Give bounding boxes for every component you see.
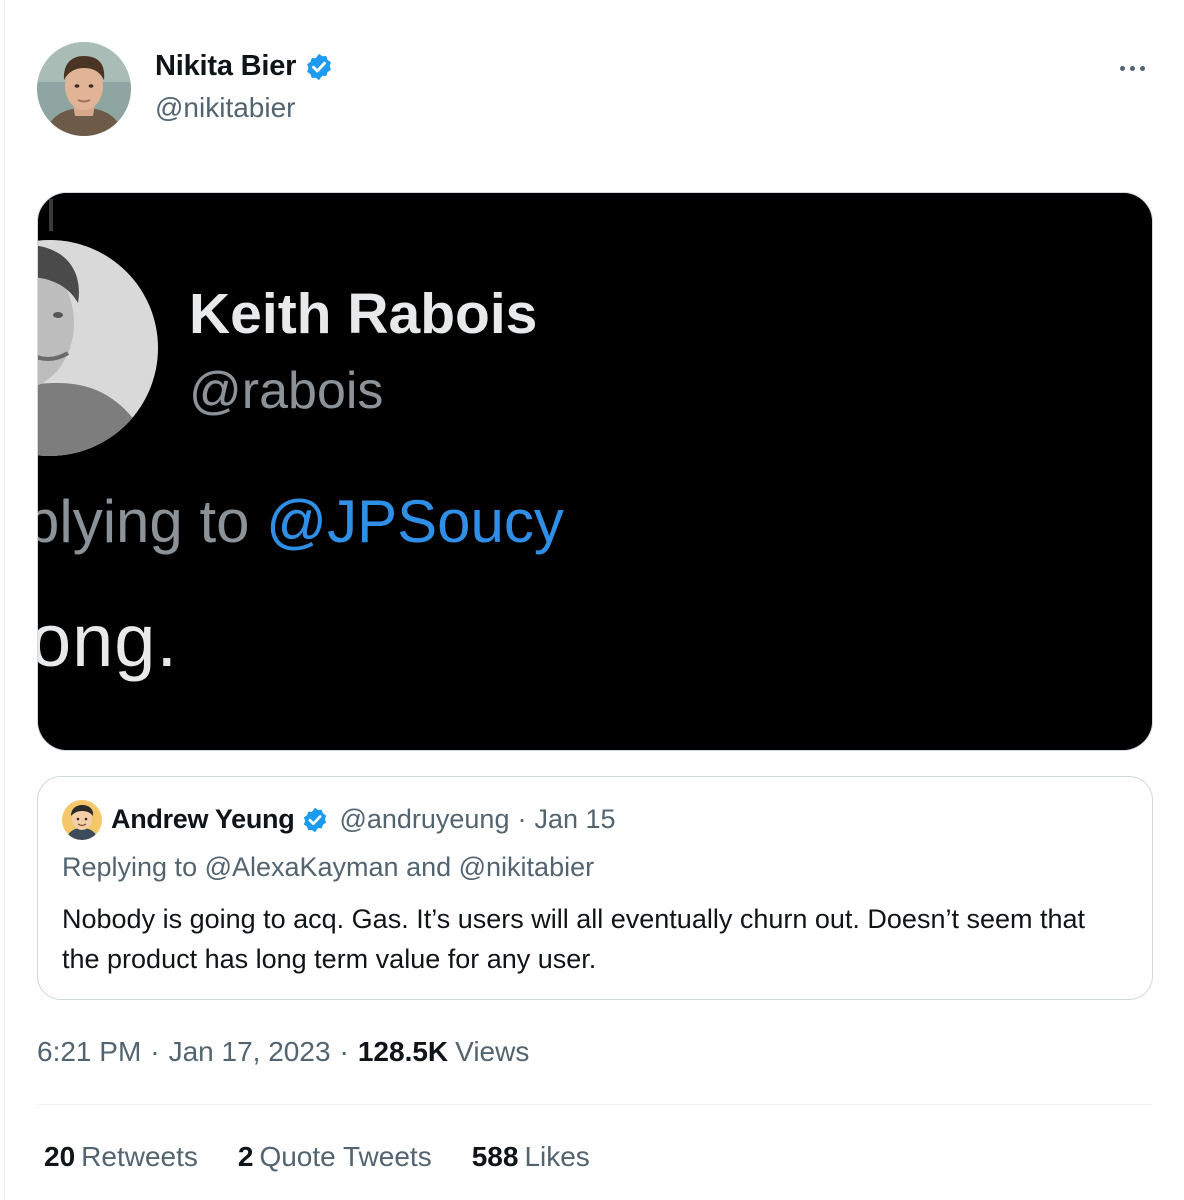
media-screenshot-graphic xyxy=(38,193,1152,750)
cartoon-avatar-icon xyxy=(62,800,102,840)
author-name-row: Nikita Bier xyxy=(155,50,334,83)
quoted-tweet-card[interactable]: Andrew Yeung @andruyeung · Jan 15 Replyi… xyxy=(37,776,1153,1000)
verified-badge-icon xyxy=(304,807,327,832)
meta-separator: · xyxy=(150,1036,160,1067)
quote-text: Nobody is going to acq. Gas. It’s users … xyxy=(62,904,1086,974)
more-dot-icon xyxy=(1119,65,1125,71)
tweet-meta-row: 6:21 PM · Jan 17, 2023 · 128.5K Views xyxy=(37,1036,529,1068)
divider xyxy=(37,1104,1153,1105)
likes-stat-link[interactable]: 588 Likes xyxy=(472,1141,590,1173)
media-body-text: ong. xyxy=(37,599,179,682)
more-dot-icon xyxy=(1129,65,1135,71)
views-count: 128.5K xyxy=(357,1036,449,1067)
more-options-button[interactable] xyxy=(1112,48,1152,88)
tweet-media-image[interactable]: Keith Rabois @rabois plying to @JPSoucy … xyxy=(37,192,1153,751)
quote-author-handle[interactable]: @andruyeung xyxy=(339,804,509,835)
retweets-stat-link[interactable]: 20 Retweets xyxy=(44,1141,198,1173)
quote-tweets-count: 2 xyxy=(237,1141,254,1172)
likes-label: Likes xyxy=(524,1141,590,1172)
tweet-date[interactable]: Jan 17, 2023 xyxy=(169,1036,331,1068)
views-label: Views xyxy=(455,1036,530,1067)
quote-author-name[interactable]: Andrew Yeung xyxy=(111,804,295,835)
likes-count: 588 xyxy=(471,1141,519,1172)
tweet-time[interactable]: 6:21 PM xyxy=(37,1036,141,1068)
quote-tweets-label: Quote Tweets xyxy=(259,1141,432,1172)
media-author-name: Keith Rabois xyxy=(189,282,538,346)
quote-author-avatar[interactable] xyxy=(62,800,102,840)
quote-separator: · xyxy=(517,804,527,834)
quote-header: Andrew Yeung @andruyeung · Jan 15 xyxy=(111,804,616,835)
quote-replying-to: Replying to @AlexaKayman and @nikitabier xyxy=(62,852,595,882)
author-name[interactable]: Nikita Bier xyxy=(155,50,296,83)
verified-badge-icon xyxy=(307,53,332,80)
quote-date[interactable]: Jan 15 xyxy=(534,804,615,835)
retweets-count: 20 xyxy=(44,1141,76,1172)
author-avatar[interactable] xyxy=(37,42,131,136)
quote-tweets-stat-link[interactable]: 2 Quote Tweets xyxy=(238,1141,432,1173)
media-replying-mention: @JPSoucy xyxy=(266,488,564,555)
author-handle[interactable]: @nikitabier xyxy=(155,92,295,124)
more-dot-icon xyxy=(1139,65,1145,71)
retweets-label: Retweets xyxy=(81,1141,198,1172)
media-replying-line: plying to @JPSoucy xyxy=(37,487,564,556)
left-border xyxy=(4,0,5,1200)
meta-separator: · xyxy=(339,1036,349,1067)
person-avatar-icon xyxy=(37,42,131,136)
media-author-handle: @rabois xyxy=(189,362,384,420)
engagement-stats: 20 Retweets 2 Quote Tweets 588 Likes xyxy=(44,1141,630,1173)
media-replying-prefix: plying to xyxy=(37,488,267,555)
